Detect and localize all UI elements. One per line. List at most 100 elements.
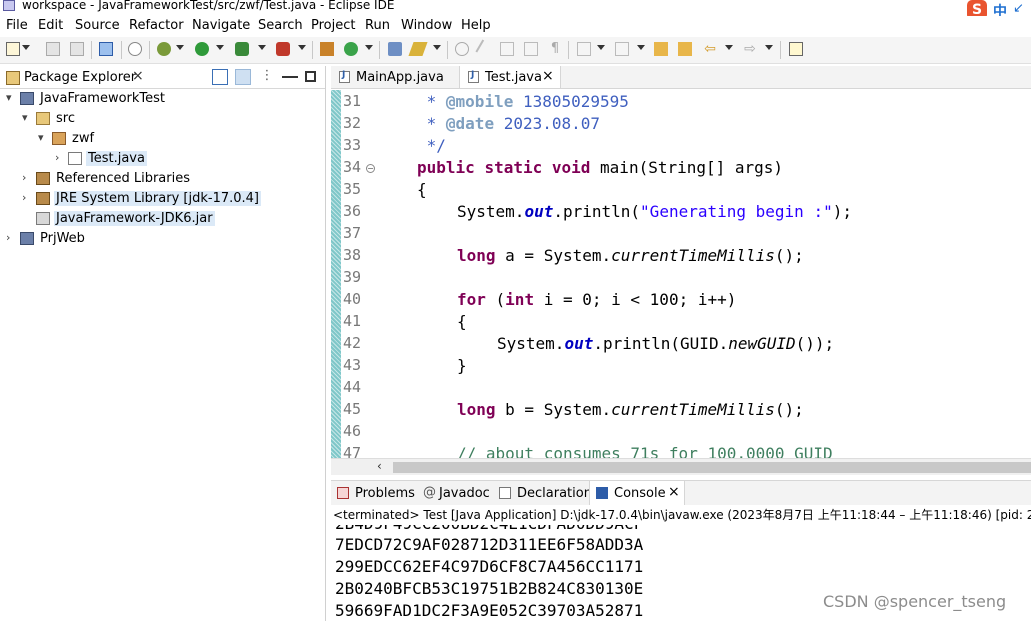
chevron-down-icon[interactable]: ▾: [22, 111, 28, 124]
minimize-icon[interactable]: [282, 69, 298, 78]
menu-file[interactable]: File: [6, 18, 28, 33]
chevron-down-icon[interactable]: ▾: [38, 131, 44, 144]
save-icon[interactable]: [46, 42, 60, 56]
show-whitespace-icon[interactable]: ¶: [548, 42, 562, 56]
menu-source[interactable]: Source: [75, 18, 120, 33]
tab-test-java[interactable]: Test.java ×: [459, 66, 561, 88]
ime-arrow-icon: ↙: [1013, 1, 1024, 16]
fold-collapse-icon[interactable]: −: [366, 164, 375, 173]
tree-item-project-prjweb[interactable]: › PrjWeb: [0, 230, 325, 248]
console-line: 299EDCC62EF4C97D6CF8C7A456CC1171: [335, 557, 644, 576]
tree-item-label: JavaFramework-JDK6.jar: [54, 211, 215, 226]
code-line-41: {: [457, 312, 467, 331]
run-icon[interactable]: [195, 42, 209, 56]
horizontal-scrollbar[interactable]: ‹: [331, 458, 1031, 475]
forward-icon[interactable]: ⇨: [743, 42, 757, 56]
previous-annotation-dropdown-icon[interactable]: [637, 45, 645, 50]
window-title: workspace - JavaFrameworkTest/src/zwf/Te…: [22, 0, 395, 12]
menu-search[interactable]: Search: [258, 18, 303, 33]
menu-help[interactable]: Help: [461, 18, 491, 33]
toolbar-separator: [568, 41, 569, 59]
save-all-icon[interactable]: [70, 42, 84, 56]
overview-ruler[interactable]: [331, 90, 341, 460]
new-class-dropdown-icon[interactable]: [365, 45, 373, 50]
open-task-icon[interactable]: [408, 42, 428, 56]
tab-mainapp-java[interactable]: MainApp.java: [331, 66, 459, 88]
last-edit-location-icon[interactable]: [654, 42, 668, 56]
tree-item-package-zwf[interactable]: ▾ zwf: [0, 130, 325, 148]
back-icon[interactable]: ⇦: [703, 42, 717, 56]
debug-icon[interactable]: [157, 42, 171, 56]
close-icon[interactable]: ×: [668, 484, 680, 500]
package-explorer-panel: Package Explorer × ⋮ ▾ JavaFrameworkTest…: [0, 66, 326, 621]
coverage-dropdown-icon[interactable]: [258, 45, 266, 50]
code-line-35: {: [417, 180, 427, 199]
open-task-dropdown-icon[interactable]: [433, 45, 441, 50]
line-number-gutter: 31 32 33 34 − 35 36 37 38 39 40 41 42 43…: [341, 90, 375, 462]
link-with-editor-icon[interactable]: [235, 69, 251, 85]
tab-problems[interactable]: Problems: [331, 481, 417, 505]
maximize-icon[interactable]: [305, 71, 316, 82]
chevron-right-icon[interactable]: ›: [22, 171, 26, 184]
chevron-down-icon[interactable]: ▾: [6, 91, 12, 104]
coverage-icon[interactable]: [235, 42, 249, 56]
tree-item-jar[interactable]: JavaFramework-JDK6.jar: [0, 210, 325, 228]
line-number: 44: [343, 378, 362, 396]
next-annotation-icon[interactable]: [577, 42, 591, 56]
close-icon[interactable]: ×: [132, 68, 144, 84]
new-icon[interactable]: [6, 42, 20, 56]
tree-item-referenced-libraries[interactable]: › Referenced Libraries: [0, 170, 325, 188]
tab-console[interactable]: Console ×: [589, 481, 685, 505]
title-bar: workspace - JavaFrameworkTest/src/zwf/Te…: [0, 0, 1031, 14]
previous-annotation-icon[interactable]: [615, 42, 629, 56]
external-tools-dropdown-icon[interactable]: [298, 45, 306, 50]
tree-item-src[interactable]: ▾ src: [0, 110, 325, 128]
open-type-icon[interactable]: [388, 42, 402, 56]
tree-item-project-javaframeworktest[interactable]: ▾ JavaFrameworkTest: [0, 90, 325, 108]
toggle-annotation-icon[interactable]: [455, 42, 469, 56]
external-tools-icon[interactable]: [276, 42, 290, 56]
terminal-icon[interactable]: [99, 42, 113, 56]
block-selection-icon[interactable]: [500, 42, 514, 56]
code-editor[interactable]: * @mobile 13805029595 * @date 2023.08.07…: [375, 90, 1031, 460]
line-number: 36: [343, 202, 362, 220]
tab-declaration[interactable]: Declaration: [493, 481, 592, 505]
close-icon[interactable]: ×: [542, 68, 554, 84]
line-number: 31: [343, 92, 362, 110]
tab-package-explorer[interactable]: Package Explorer ×: [0, 66, 148, 88]
problems-icon: [337, 487, 349, 499]
menu-project[interactable]: Project: [311, 18, 355, 33]
new-java-class-icon[interactable]: [344, 42, 358, 56]
tree-item-jre-system-library[interactable]: › JRE System Library [jdk-17.0.4]: [0, 190, 325, 208]
word-wrap-icon[interactable]: [524, 42, 538, 56]
collapse-all-icon[interactable]: [212, 69, 228, 85]
view-menu-icon[interactable]: ⋮: [259, 69, 275, 85]
line-number: 45: [343, 400, 362, 418]
menu-edit[interactable]: Edit: [38, 18, 63, 33]
menu-navigate[interactable]: Navigate: [192, 18, 250, 33]
scrollbar-thumb[interactable]: [393, 462, 1031, 473]
skip-breakpoints-icon[interactable]: [128, 42, 142, 56]
tree-item-test-java[interactable]: › Test.java: [0, 150, 325, 168]
open-perspective-icon[interactable]: [789, 42, 803, 56]
back-dropdown-icon[interactable]: [725, 45, 733, 50]
tab-javadoc[interactable]: @ Javadoc: [417, 481, 493, 505]
console-status: <terminated> Test [Java Application] D:\…: [333, 508, 1031, 522]
mark-occurrences-icon[interactable]: [475, 39, 495, 59]
run-dropdown-icon[interactable]: [216, 45, 224, 50]
new-dropdown-icon[interactable]: [22, 45, 30, 50]
editor-area: MainApp.java Test.java × 31 32 33 34 − 3…: [331, 66, 1031, 475]
scroll-left-icon[interactable]: ‹: [377, 459, 382, 473]
forward-edit-icon[interactable]: [678, 42, 692, 56]
menu-run[interactable]: Run: [365, 18, 390, 33]
next-annotation-dropdown-icon[interactable]: [597, 45, 605, 50]
menu-bar: File Edit Source Refactor Navigate Searc…: [0, 16, 1031, 36]
menu-refactor[interactable]: Refactor: [129, 18, 184, 33]
chevron-right-icon[interactable]: ›: [6, 231, 10, 244]
forward-dropdown-icon[interactable]: [765, 45, 773, 50]
chevron-right-icon[interactable]: ›: [22, 191, 26, 204]
chevron-right-icon[interactable]: ›: [55, 151, 59, 164]
menu-window[interactable]: Window: [401, 18, 452, 33]
new-java-project-icon[interactable]: [320, 42, 334, 56]
debug-dropdown-icon[interactable]: [176, 45, 184, 50]
